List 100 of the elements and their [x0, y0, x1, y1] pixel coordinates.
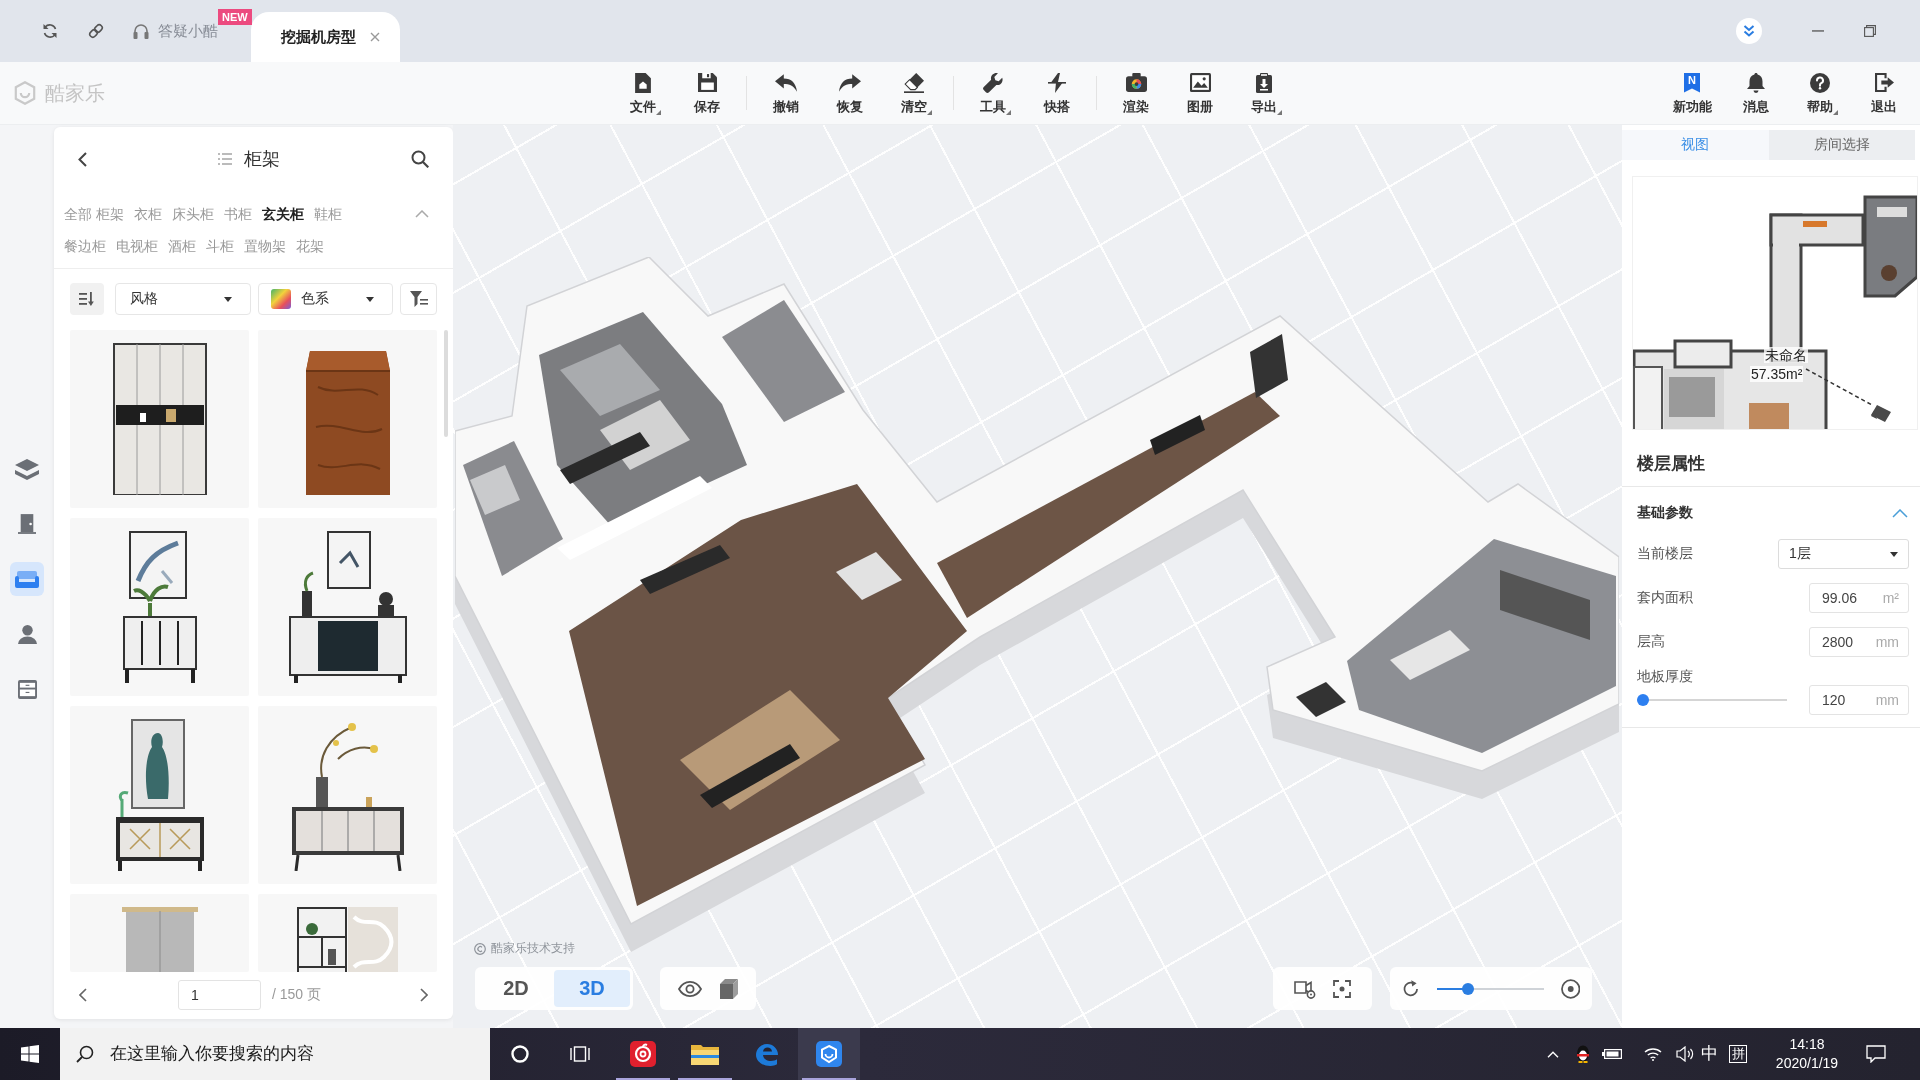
- new-badge: NEW: [218, 8, 252, 25]
- caret-icon: [1890, 551, 1898, 557]
- restore-icon[interactable]: [1864, 25, 1876, 37]
- search-icon[interactable]: [411, 150, 429, 168]
- close-icon[interactable]: [370, 32, 380, 42]
- page-input[interactable]: 1: [178, 980, 261, 1010]
- minimap[interactable]: 未命名 57.35m²: [1632, 176, 1918, 430]
- double-chevron-icon: [1743, 25, 1755, 37]
- clear-button[interactable]: 清空: [883, 62, 945, 124]
- bookmark-icon: N: [1684, 72, 1700, 93]
- list-icon: [218, 153, 232, 165]
- field-label: 层高: [1637, 633, 1665, 651]
- color-swatch-icon: [271, 289, 291, 309]
- music-app-icon: [630, 1041, 656, 1067]
- filter-button[interactable]: [400, 283, 437, 315]
- file-button[interactable]: 文件: [612, 62, 674, 124]
- product-card[interactable]: [70, 330, 249, 508]
- collapse-button[interactable]: [1736, 18, 1762, 44]
- clock-time[interactable]: 14:18: [1789, 1035, 1825, 1054]
- search-icon: [76, 1045, 94, 1063]
- album-button[interactable]: 图册: [1169, 62, 1231, 124]
- product-card[interactable]: [258, 518, 437, 696]
- redo-icon: [839, 73, 861, 92]
- tools-button[interactable]: 工具: [962, 62, 1024, 124]
- search-field[interactable]: 在这里输入你要搜索的内容: [60, 1028, 490, 1080]
- shield-app-icon: [816, 1041, 842, 1067]
- battery-icon[interactable]: [1602, 1049, 1622, 1059]
- category-option[interactable]: 玄关柜: [261, 198, 304, 230]
- lightning-icon: [1048, 72, 1066, 93]
- previous-page-icon[interactable]: [79, 988, 87, 1002]
- running-indicator: [802, 1078, 856, 1080]
- back-icon[interactable]: [78, 151, 87, 167]
- product-card[interactable]: [258, 894, 437, 972]
- circle-icon[interactable]: [511, 1045, 529, 1063]
- number-field[interactable]: 120 mm: [1809, 685, 1909, 715]
- product-card[interactable]: [258, 330, 437, 508]
- number-field[interactable]: 99.06 m²: [1809, 583, 1909, 613]
- save-button[interactable]: 保存: [676, 62, 738, 124]
- document-tab[interactable]: 挖掘机房型: [251, 12, 400, 62]
- view-mode-button[interactable]: 2D: [478, 970, 554, 1007]
- input-method-indicator[interactable]: 拼: [1729, 1045, 1747, 1063]
- document-icon: [635, 72, 651, 93]
- slider-thumb[interactable]: [1637, 694, 1649, 706]
- layers-icon: [15, 458, 39, 480]
- browser-icon: [754, 1041, 780, 1067]
- scrollbar-thumb[interactable]: [444, 330, 448, 437]
- features-button[interactable]: N 新功能: [1661, 62, 1723, 124]
- cube-icon[interactable]: [717, 978, 738, 999]
- render-button[interactable]: 渲染: [1105, 62, 1167, 124]
- windows-logo-icon[interactable]: [21, 1045, 39, 1063]
- sidebar-tab[interactable]: [10, 562, 44, 596]
- camera-icon[interactable]: [1871, 403, 1893, 423]
- color-dropdown[interactable]: 色系: [258, 283, 393, 315]
- help-button[interactable]: 帮助: [1789, 62, 1851, 124]
- link-icon[interactable]: [88, 23, 104, 39]
- target-icon[interactable]: [1560, 978, 1580, 999]
- running-indicator: [616, 1078, 670, 1080]
- folder-icon: [691, 1043, 719, 1065]
- focus-icon[interactable]: [1333, 979, 1352, 998]
- product-card[interactable]: [70, 706, 249, 884]
- panel-title: 柜架: [244, 148, 280, 171]
- redo-button[interactable]: 恢复: [819, 62, 881, 124]
- section-heading: 基础参数: [1637, 504, 1693, 522]
- notification-icon[interactable]: [1866, 1045, 1886, 1063]
- rotate-icon[interactable]: [1402, 979, 1420, 998]
- volume-icon[interactable]: [1676, 1046, 1694, 1062]
- wrench-icon: [983, 72, 1003, 93]
- sofa-icon: [15, 570, 39, 588]
- eye-icon[interactable]: [678, 980, 703, 997]
- assemble-button[interactable]: 快搭: [1026, 62, 1088, 124]
- task-view-icon[interactable]: [570, 1046, 590, 1062]
- undo-button[interactable]: 撤销: [755, 62, 817, 124]
- messages-button[interactable]: 消息: [1725, 62, 1787, 124]
- logout-icon: [1874, 73, 1894, 92]
- logout-button[interactable]: 退出: [1853, 62, 1915, 124]
- field-label: 地板厚度: [1637, 667, 1693, 685]
- product-card[interactable]: [258, 706, 437, 884]
- camera-icon: [1125, 73, 1147, 92]
- camera-settings-icon[interactable]: [1293, 978, 1316, 999]
- sort-button[interactable]: [70, 283, 104, 315]
- export-button[interactable]: 导出: [1233, 62, 1295, 124]
- floor-select[interactable]: 1层: [1778, 539, 1909, 569]
- field-label: 套内面积: [1637, 589, 1693, 607]
- product-card[interactable]: [70, 518, 249, 696]
- wifi-icon[interactable]: [1644, 1047, 1662, 1061]
- style-dropdown[interactable]: 风格: [115, 283, 251, 315]
- penguin-icon[interactable]: [1575, 1045, 1591, 1063]
- next-page-icon[interactable]: [420, 988, 428, 1002]
- input-mode-indicator[interactable]: 中: [1701, 1044, 1718, 1064]
- filter-icon: [409, 291, 428, 307]
- slider-thumb[interactable]: [1462, 982, 1475, 995]
- taskbar-app-button[interactable]: [798, 1028, 860, 1080]
- refresh-icon[interactable]: [42, 23, 58, 39]
- panel-tab[interactable]: 房间选择: [1768, 130, 1915, 160]
- number-field[interactable]: 2800 mm: [1809, 627, 1909, 657]
- page-total: / 150 页: [272, 986, 322, 1004]
- bell-icon: [1747, 72, 1765, 93]
- undo-icon: [775, 73, 797, 92]
- clock-date[interactable]: 2020/1/19: [1775, 1054, 1839, 1073]
- picture-icon: [1189, 73, 1211, 92]
